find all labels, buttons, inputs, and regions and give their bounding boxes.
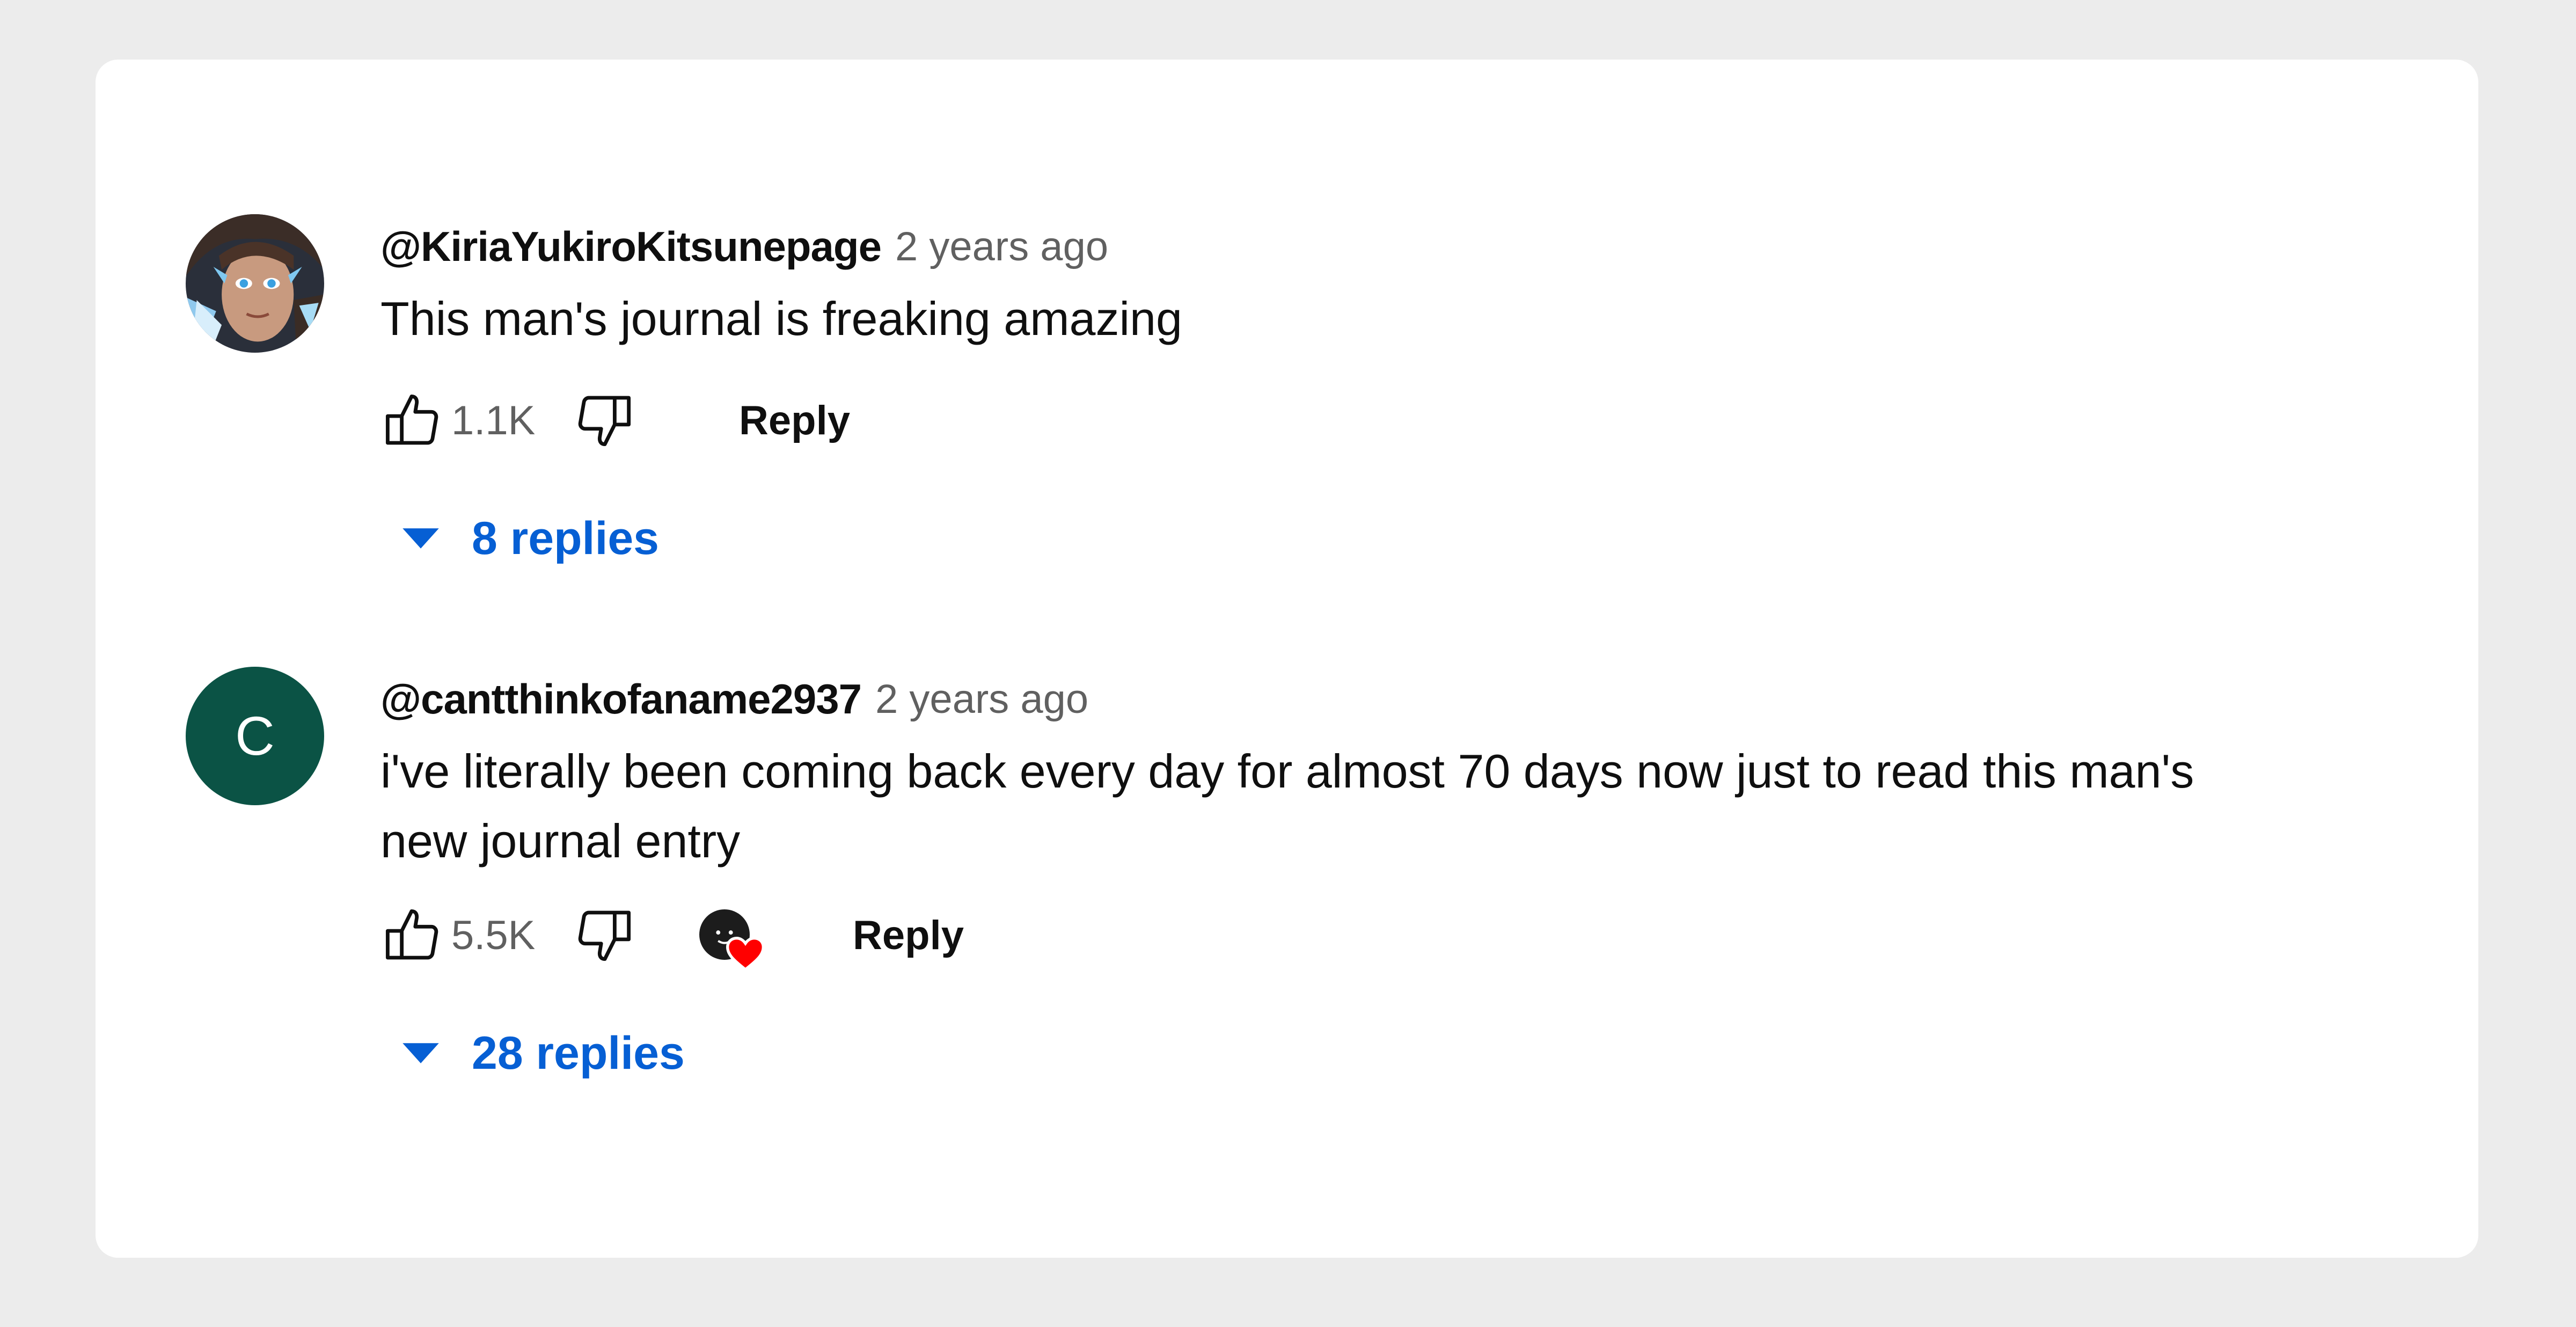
comment-header: @cantthinkofaname2937 2 years ago bbox=[380, 667, 2366, 731]
view-replies-button[interactable]: 28 replies bbox=[397, 1016, 2366, 1091]
author-name[interactable]: @cantthinkofaname2937 bbox=[380, 675, 862, 724]
thumbs-up-icon bbox=[385, 909, 438, 960]
like-count: 5.5K bbox=[451, 912, 536, 958]
like-count: 1.1K bbox=[451, 397, 536, 443]
reply-button[interactable]: Reply bbox=[837, 901, 980, 969]
avatar[interactable]: C bbox=[186, 667, 324, 805]
comment-header: @KiriaYukiroKitsunepage 2 years ago bbox=[380, 214, 2366, 279]
replies-count-label: 8 replies bbox=[472, 512, 659, 564]
avatar[interactable] bbox=[186, 214, 324, 353]
like-button[interactable] bbox=[374, 383, 449, 458]
comment-timestamp[interactable]: 2 years ago bbox=[875, 676, 1088, 723]
comment-timestamp[interactable]: 2 years ago bbox=[895, 223, 1108, 270]
caret-down-icon bbox=[402, 528, 439, 549]
thumbs-down-icon bbox=[578, 396, 631, 447]
dislike-button[interactable] bbox=[567, 898, 642, 973]
comment-text: i've literally been coming back every da… bbox=[380, 745, 2194, 867]
comment-body: @cantthinkofaname2937 2 years ago i've l… bbox=[380, 667, 2366, 1091]
comment-text: This man's journal is freaking amazing bbox=[380, 292, 1182, 345]
comments-card: @KiriaYukiroKitsunepage 2 years ago This… bbox=[96, 60, 2478, 1258]
avatar-letter: C bbox=[235, 705, 275, 767]
comment-actions: 1.1K Reply bbox=[374, 383, 2366, 458]
user-avatar-drawing-icon bbox=[186, 214, 324, 353]
author-name[interactable]: @KiriaYukiroKitsunepage bbox=[380, 222, 882, 271]
creator-heart-badge bbox=[692, 898, 767, 973]
replies-count-label: 28 replies bbox=[472, 1027, 685, 1079]
caret-down-icon bbox=[402, 1043, 439, 1063]
view-replies-button[interactable]: 8 replies bbox=[397, 501, 2366, 576]
comment-body: @KiriaYukiroKitsunepage 2 years ago This… bbox=[380, 214, 2366, 576]
comment-actions: 5.5K Reply bbox=[374, 898, 2366, 973]
dislike-button[interactable] bbox=[567, 383, 642, 458]
reply-button[interactable]: Reply bbox=[723, 387, 866, 455]
thumbs-up-icon bbox=[385, 394, 438, 445]
like-button[interactable] bbox=[374, 898, 449, 973]
thumbs-down-icon bbox=[578, 910, 631, 961]
creator-heart-icon bbox=[726, 936, 765, 972]
